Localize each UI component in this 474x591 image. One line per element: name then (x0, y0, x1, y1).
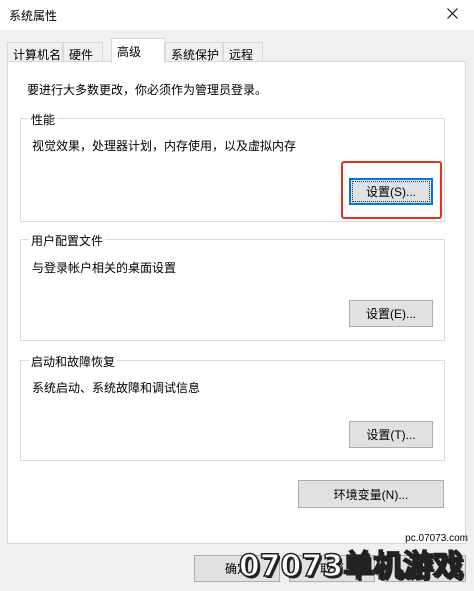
tab-remote[interactable]: 远程 (223, 42, 263, 62)
user-profiles-label: 用户配置文件 (29, 232, 106, 249)
tab-advanced[interactable]: 高级 (111, 38, 165, 63)
user-profiles-description: 与登录帐户相关的桌面设置 (32, 261, 177, 275)
startup-recovery-description: 系统启动、系统故障和调试信息 (32, 381, 201, 395)
startup-recovery-label: 启动和故障恢复 (29, 353, 118, 370)
performance-description: 视觉效果，处理器计划，内存使用，以及虚拟内存 (32, 139, 297, 153)
tab-hardware[interactable]: 硬件 (63, 42, 103, 62)
environment-variables-button[interactable]: 环境变量(N)... (298, 480, 444, 508)
window-title: 系统属性 (9, 9, 58, 23)
close-icon (446, 8, 458, 22)
title-bar: 系统属性 (0, 0, 474, 30)
close-button[interactable] (430, 0, 474, 30)
tab-system-protection[interactable]: 系统保护 (165, 42, 223, 62)
tab-computer-name[interactable]: 计算机名 (7, 42, 63, 62)
startup-recovery-settings-button[interactable]: 设置(T)... (349, 421, 433, 448)
highlight-box (341, 161, 442, 219)
admin-notice: 要进行大多数更改，你必须作为管理员登录。 (27, 83, 268, 97)
user-profiles-settings-button[interactable]: 设置(E)... (349, 300, 433, 327)
performance-label: 性能 (29, 111, 58, 128)
watermark-logo: 07073单机游戏 (238, 548, 464, 585)
